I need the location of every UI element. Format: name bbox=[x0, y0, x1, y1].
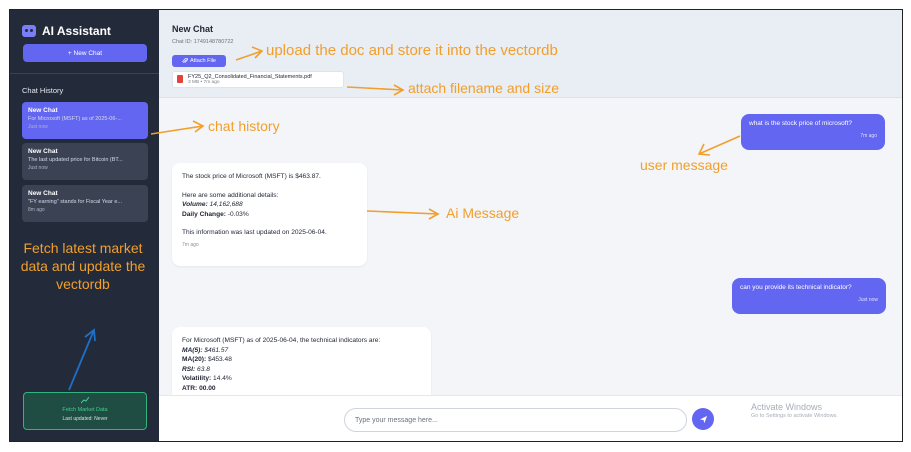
user-message-time: Just now bbox=[858, 297, 878, 303]
user-message-text: what is the stock price of microsoft? bbox=[749, 120, 852, 127]
paperclip-icon bbox=[182, 58, 188, 63]
message-input[interactable]: Type your message here... bbox=[344, 408, 687, 432]
ai-message: For Microsoft (MSFT) as of 2025-06-04, t… bbox=[172, 327, 431, 397]
annotation-upload: upload the doc and store it into the vec… bbox=[266, 42, 558, 59]
user-message-time: 7m ago bbox=[860, 133, 877, 139]
robot-icon bbox=[22, 25, 36, 37]
watermark-title: Activate Windows bbox=[751, 402, 823, 412]
send-button[interactable] bbox=[692, 408, 714, 430]
change-value: -0.03% bbox=[227, 210, 249, 218]
chat-history-item[interactable]: New Chat For Microsoft (MSFT) as of 2025… bbox=[22, 102, 148, 139]
last-updated-text: Last updated: Never bbox=[62, 416, 108, 422]
user-message: what is the stock price of microsoft? 7m… bbox=[741, 114, 885, 150]
fetch-market-data-button[interactable]: Fetch Market Data Last updated: Never bbox=[23, 392, 147, 430]
change-label: Daily Change: bbox=[182, 210, 226, 218]
rsi-value: 63.8 bbox=[197, 365, 210, 373]
annotation-attach: attach filename and size bbox=[408, 80, 559, 96]
annotation-history: chat history bbox=[208, 118, 280, 134]
volume-label: Volume: bbox=[182, 201, 208, 208]
chat-title: New Chat bbox=[172, 24, 214, 34]
chat-item-time: 8m ago bbox=[28, 207, 45, 213]
chat-history-title: Chat History bbox=[22, 86, 64, 95]
ai-text: This information was last updated on 202… bbox=[182, 229, 327, 236]
ai-message: The stock price of Microsoft (MSFT) is $… bbox=[172, 163, 367, 266]
user-message: can you provide its technical indicator?… bbox=[732, 278, 886, 314]
chat-item-preview: The last updated price for Bitcoin (BT..… bbox=[28, 157, 123, 163]
activate-windows-watermark: Activate Windows Go to Settings to activ… bbox=[751, 402, 838, 419]
app-title: AI Assistant bbox=[42, 24, 111, 38]
brand: AI Assistant bbox=[22, 24, 111, 38]
chat-id: Chat ID: 1749148780722 bbox=[172, 39, 234, 45]
annotation-user-message: user message bbox=[640, 157, 728, 173]
chart-icon bbox=[24, 396, 146, 405]
sidebar: AI Assistant + New Chat Chat History New… bbox=[10, 10, 159, 441]
atr-text: ATR: 00.00 bbox=[182, 384, 216, 392]
chat-item-time: Just now bbox=[28, 165, 48, 171]
attached-file-chip[interactable]: FY25_Q2_Consolidated_Financial_Statement… bbox=[172, 71, 344, 88]
send-icon bbox=[699, 415, 707, 423]
ai-text: Here are some additional details: bbox=[182, 191, 279, 199]
file-size: 3 MB • 7m ago bbox=[188, 80, 220, 85]
watermark-subtitle: Go to Settings to activate Windows. bbox=[751, 413, 838, 419]
chat-item-preview: "FY earning" stands for Fiscal Year e... bbox=[28, 199, 122, 205]
attach-file-button[interactable]: Attach File bbox=[172, 55, 226, 67]
volume-value: 14,162,688 bbox=[209, 201, 243, 208]
chat-history-item[interactable]: New Chat "FY earning" stands for Fiscal … bbox=[22, 185, 148, 222]
new-chat-button[interactable]: + New Chat bbox=[23, 44, 147, 62]
annotation-fetch: Fetch latest market data and update the … bbox=[20, 240, 146, 292]
ma20-value: $453.48 bbox=[208, 356, 232, 363]
volatility-label: Volatility: bbox=[182, 375, 212, 382]
message-input-bar: Type your message here... Activate Windo… bbox=[159, 395, 902, 441]
ai-text: The stock price of Microsoft (MSFT) is $… bbox=[182, 173, 321, 180]
chat-history-item[interactable]: New Chat The last updated price for Bitc… bbox=[22, 143, 148, 180]
fetch-market-data-label: Fetch Market Data bbox=[62, 407, 108, 413]
ai-text: For Microsoft (MSFT) as of 2025-06-04, t… bbox=[182, 337, 381, 344]
user-message-text: can you provide its technical indicator? bbox=[740, 284, 852, 291]
annotation-ai-message: Ai Message bbox=[446, 205, 520, 221]
chat-item-title: New Chat bbox=[28, 148, 58, 155]
rsi-label: RSI: bbox=[182, 365, 196, 373]
ai-message-time: 7m ago bbox=[182, 241, 199, 248]
chat-item-title: New Chat bbox=[28, 190, 58, 197]
pdf-icon bbox=[177, 75, 183, 83]
ma5-label: MA(5): bbox=[182, 346, 203, 354]
chat-item-title: New Chat bbox=[28, 107, 58, 114]
volatility-value: 14.4% bbox=[213, 375, 232, 382]
app-window: AI Assistant + New Chat Chat History New… bbox=[9, 9, 903, 442]
chat-item-preview: For Microsoft (MSFT) as of 2025-06-... bbox=[28, 116, 122, 122]
attach-file-label: Attach File bbox=[190, 58, 216, 64]
sidebar-divider bbox=[10, 73, 159, 74]
ma20-label: MA(20): bbox=[182, 356, 207, 363]
ma5-value: $461.57 bbox=[204, 346, 229, 354]
chat-item-time: Just now bbox=[28, 124, 48, 130]
